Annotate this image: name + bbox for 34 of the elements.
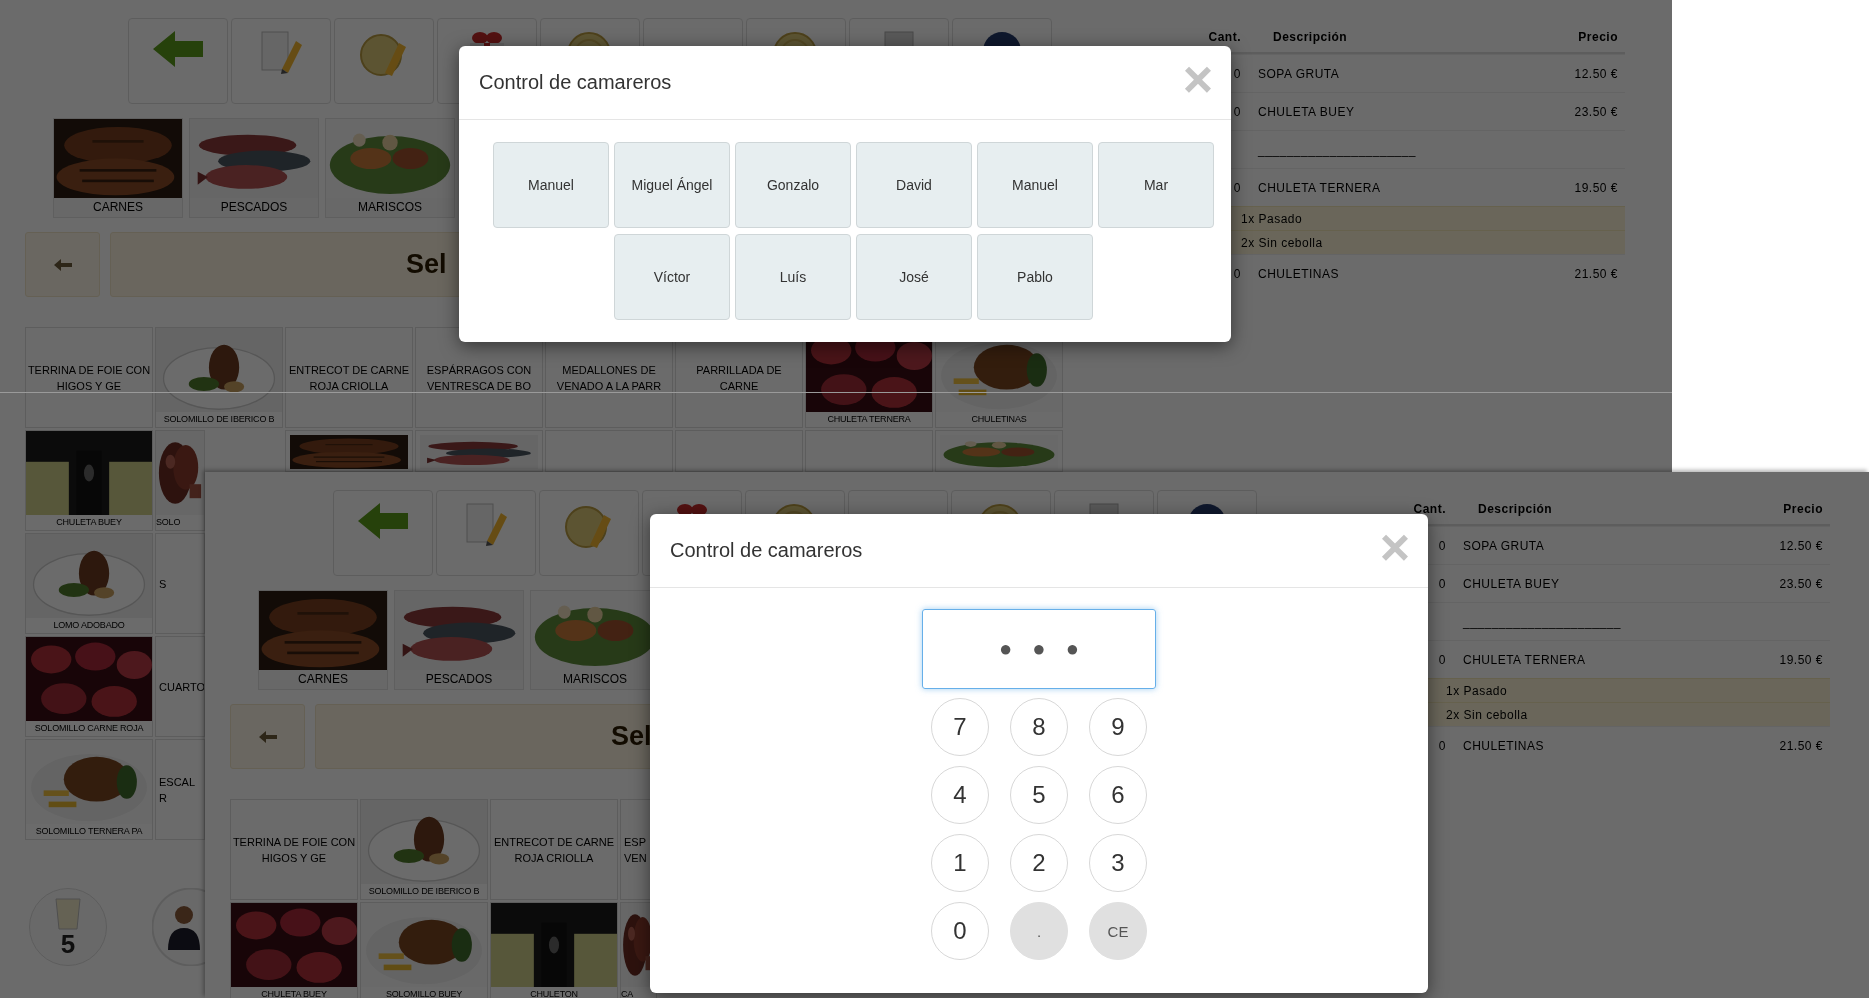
table-cell-text: CHULETA BUEY xyxy=(1462,576,1561,591)
table-cell-text: ______________________ xyxy=(1462,614,1622,629)
column-header: Descripción xyxy=(1477,502,1554,516)
table-cell-text: 0 xyxy=(1232,66,1241,81)
table-cell-text: CHULETA TERNERA xyxy=(1462,652,1587,667)
column-header: Cant. xyxy=(1207,30,1241,44)
table-cell-text: CHULETA TERNERA xyxy=(1257,180,1382,195)
table-cell-text: 23.50 € xyxy=(1778,576,1824,591)
column-header: Cant. xyxy=(1412,502,1446,516)
table-cell-text: CHULETINAS xyxy=(1257,266,1340,281)
table-cell-text: 0 xyxy=(1437,576,1446,591)
column-header: Descripción xyxy=(1272,30,1349,44)
table-cell-text: 0 xyxy=(1232,266,1241,281)
table-cell-text: SOPA GRUTA xyxy=(1257,66,1341,81)
table-cell-text: SOPA GRUTA xyxy=(1462,538,1546,553)
table-cell-text: 19.50 € xyxy=(1778,652,1824,667)
table-cell-text: 12.50 € xyxy=(1778,538,1824,553)
dialog-title: Control de camareros xyxy=(670,539,863,562)
column-header: Precio xyxy=(1782,502,1824,516)
table-cell-text: ______________________ xyxy=(1257,142,1417,157)
table-cell-text: 0 xyxy=(1232,104,1241,119)
column-header: Precio xyxy=(1577,30,1619,44)
dialog-title: Control de camareros xyxy=(479,71,672,94)
table-cell-text: 12.50 € xyxy=(1573,66,1619,81)
table-cell-text: 23.50 € xyxy=(1573,104,1619,119)
table-cell-text: 0 xyxy=(1437,538,1446,553)
table-cell-text: CHULETINAS xyxy=(1462,738,1545,753)
table-cell-text: 21.50 € xyxy=(1778,738,1824,753)
table-cell-text: 0 xyxy=(1437,652,1446,667)
table-cell-text: 0 xyxy=(1232,180,1241,195)
table-cell-text: 0 xyxy=(1437,738,1446,753)
table-cell-text: CHULETA BUEY xyxy=(1257,104,1356,119)
table-cell-text: 19.50 € xyxy=(1573,180,1619,195)
table-cell-text: 21.50 € xyxy=(1573,266,1619,281)
